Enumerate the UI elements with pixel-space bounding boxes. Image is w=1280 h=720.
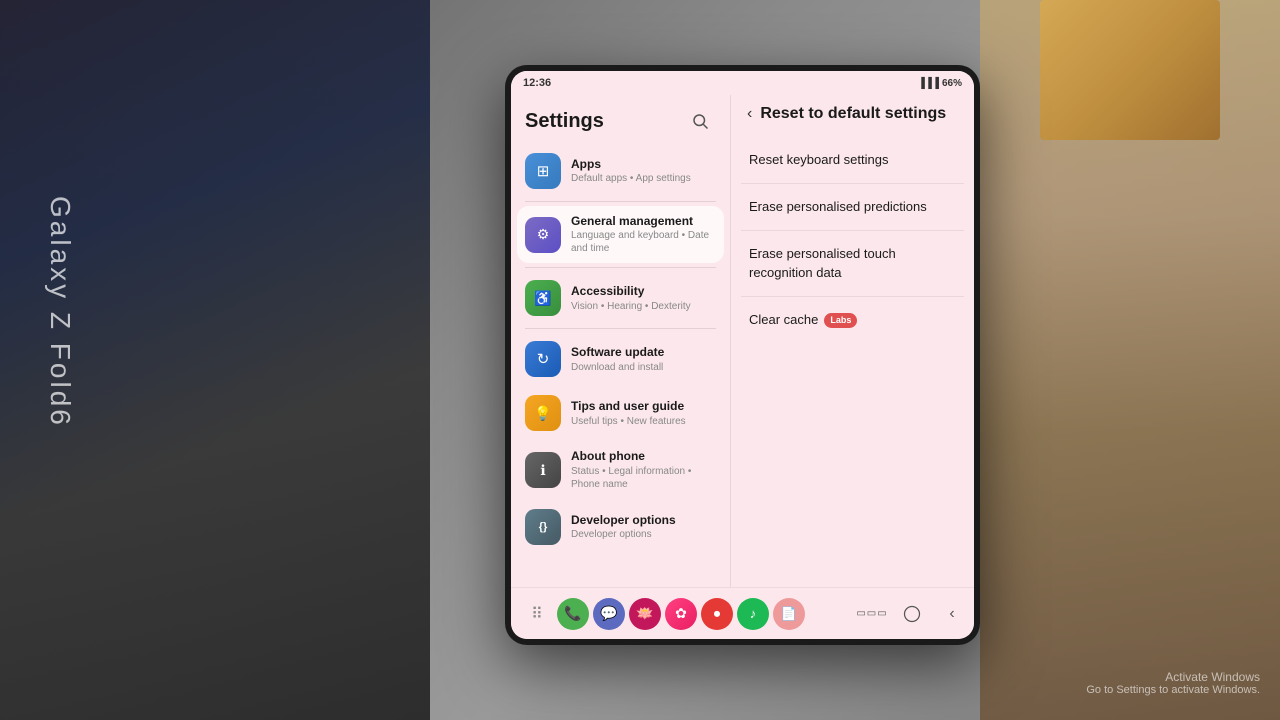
home-icon [902,604,922,624]
reset-keyboard-text: Reset keyboard settings [749,152,888,167]
tips-icon: 💡 [525,395,561,431]
settings-title: Settings [525,110,604,133]
erase-touch-text: Erase personalised touch recognition dat… [749,246,896,279]
sidebar-item-software-update[interactable]: ↻ Software update Download and install [517,333,724,385]
reset-panel: ‹ Reset to default settings Reset keyboa… [731,95,974,587]
status-time: 12:36 [523,77,551,89]
sidebar-item-tips[interactable]: 💡 Tips and user guide Useful tips • New … [517,387,724,439]
accessibility-icon: ♿ [525,280,561,316]
messages-app-icon[interactable]: 💬 [593,598,625,630]
developer-options-subtitle: Developer options [571,528,716,541]
wood-block-decoration [1040,0,1220,140]
software-update-icon: ↻ [525,341,561,377]
apps-icon: ⊞ [525,153,561,189]
phone-screen: 12:36 ▐▐▐ 66% Settings [511,71,974,639]
nav-buttons: ▭▭▭ ‹ [860,602,964,626]
back-nav-button[interactable]: ‹ [940,602,964,626]
apps-subtitle: Default apps • App settings [571,172,716,185]
reset-list: Reset keyboard settings Erase personalis… [731,133,974,587]
developer-options-icon: {} [525,509,561,545]
nav-bar: ⠿ 📞 💬 🪷 ✿ ⏺ ♪ 📄 ▭▭▭ ‹ [511,587,974,639]
phone-device: 12:36 ▐▐▐ 66% Settings [505,65,980,645]
reset-keyboard-item[interactable]: Reset keyboard settings [741,137,964,184]
windows-line1: Activate Windows [1086,670,1260,684]
recent-apps-button[interactable]: ▭▭▭ [860,602,884,626]
about-phone-text: About phone Status • Legal information •… [571,449,716,490]
back-button[interactable]: ‹ [747,105,752,123]
divider-3 [525,328,716,329]
accessibility-text: Accessibility Vision • Hearing • Dexteri… [571,284,716,312]
flower-app-icon[interactable]: ✿ [665,598,697,630]
clear-cache-text: Clear cacheLabs [749,312,857,327]
reset-header: ‹ Reset to default settings [731,95,974,133]
windows-watermark: Activate Windows Go to Settings to activ… [1086,670,1260,696]
about-phone-name: About phone [571,449,716,463]
signal-icons: ▐▐▐ [918,78,939,89]
erase-touch-item[interactable]: Erase personalised touch recognition dat… [741,231,964,296]
record-app-icon[interactable]: ⏺ [701,598,733,630]
battery-level: 66% [942,78,962,89]
home-button[interactable] [900,602,924,626]
reset-title: Reset to default settings [760,105,946,123]
developer-options-text: Developer options Developer options [571,513,716,541]
tips-subtitle: Useful tips • New features [571,415,716,428]
sidebar-item-developer-options[interactable]: {} Developer options Developer options [517,501,724,553]
sidebar-item-apps[interactable]: ⊞ Apps Default apps • App settings [517,145,724,197]
sidebar-item-about-phone[interactable]: ℹ About phone Status • Legal information… [517,441,724,498]
tips-name: Tips and user guide [571,399,716,413]
search-button[interactable] [684,105,716,137]
about-phone-subtitle: Status • Legal information • Phone name [571,465,716,491]
brand-text: Galaxy Z Fold6 [44,196,76,428]
spotify-app-icon[interactable]: ♪ [737,598,769,630]
grid-button[interactable]: ⠿ [521,598,553,630]
status-icons: ▐▐▐ 66% [918,78,962,89]
about-phone-icon: ℹ [525,452,561,488]
dock-apps: ⠿ 📞 💬 🪷 ✿ ⏺ ♪ 📄 [521,598,805,630]
phone-app-icon[interactable]: 📞 [557,598,589,630]
apps-text: Apps Default apps • App settings [571,157,716,185]
lotus-app-icon[interactable]: 🪷 [629,598,661,630]
developer-options-name: Developer options [571,513,716,527]
erase-predictions-text: Erase personalised predictions [749,199,927,214]
status-bar: 12:36 ▐▐▐ 66% [511,71,974,95]
erase-predictions-item[interactable]: Erase personalised predictions [741,184,964,231]
sidebar-item-general-management[interactable]: ⚙ General management Language and keyboa… [517,206,724,263]
accessibility-subtitle: Vision • Hearing • Dexterity [571,300,716,313]
pdf-app-icon[interactable]: 📄 [773,598,805,630]
software-update-name: Software update [571,345,716,359]
software-update-subtitle: Download and install [571,361,716,374]
accessibility-name: Accessibility [571,284,716,298]
general-management-text: General management Language and keyboard… [571,214,716,255]
general-management-subtitle: Language and keyboard • Date and time [571,229,716,255]
windows-line2: Go to Settings to activate Windows. [1086,684,1260,696]
sidebar-item-accessibility[interactable]: ♿ Accessibility Vision • Hearing • Dexte… [517,272,724,324]
content-area: Settings ⊞ Ap [511,95,974,587]
software-update-text: Software update Download and install [571,345,716,373]
clear-cache-item[interactable]: Clear cacheLabs [741,297,964,343]
tips-text: Tips and user guide Useful tips • New fe… [571,399,716,427]
general-management-name: General management [571,214,716,228]
settings-header: Settings [511,95,730,145]
search-icon [691,112,709,130]
apps-name: Apps [571,157,716,171]
labs-badge: Labs [824,313,857,328]
general-management-icon: ⚙ [525,217,561,253]
divider-2 [525,267,716,268]
settings-panel: Settings ⊞ Ap [511,95,731,587]
divider-1 [525,201,716,202]
settings-list: ⊞ Apps Default apps • App settings ⚙ [511,145,730,587]
